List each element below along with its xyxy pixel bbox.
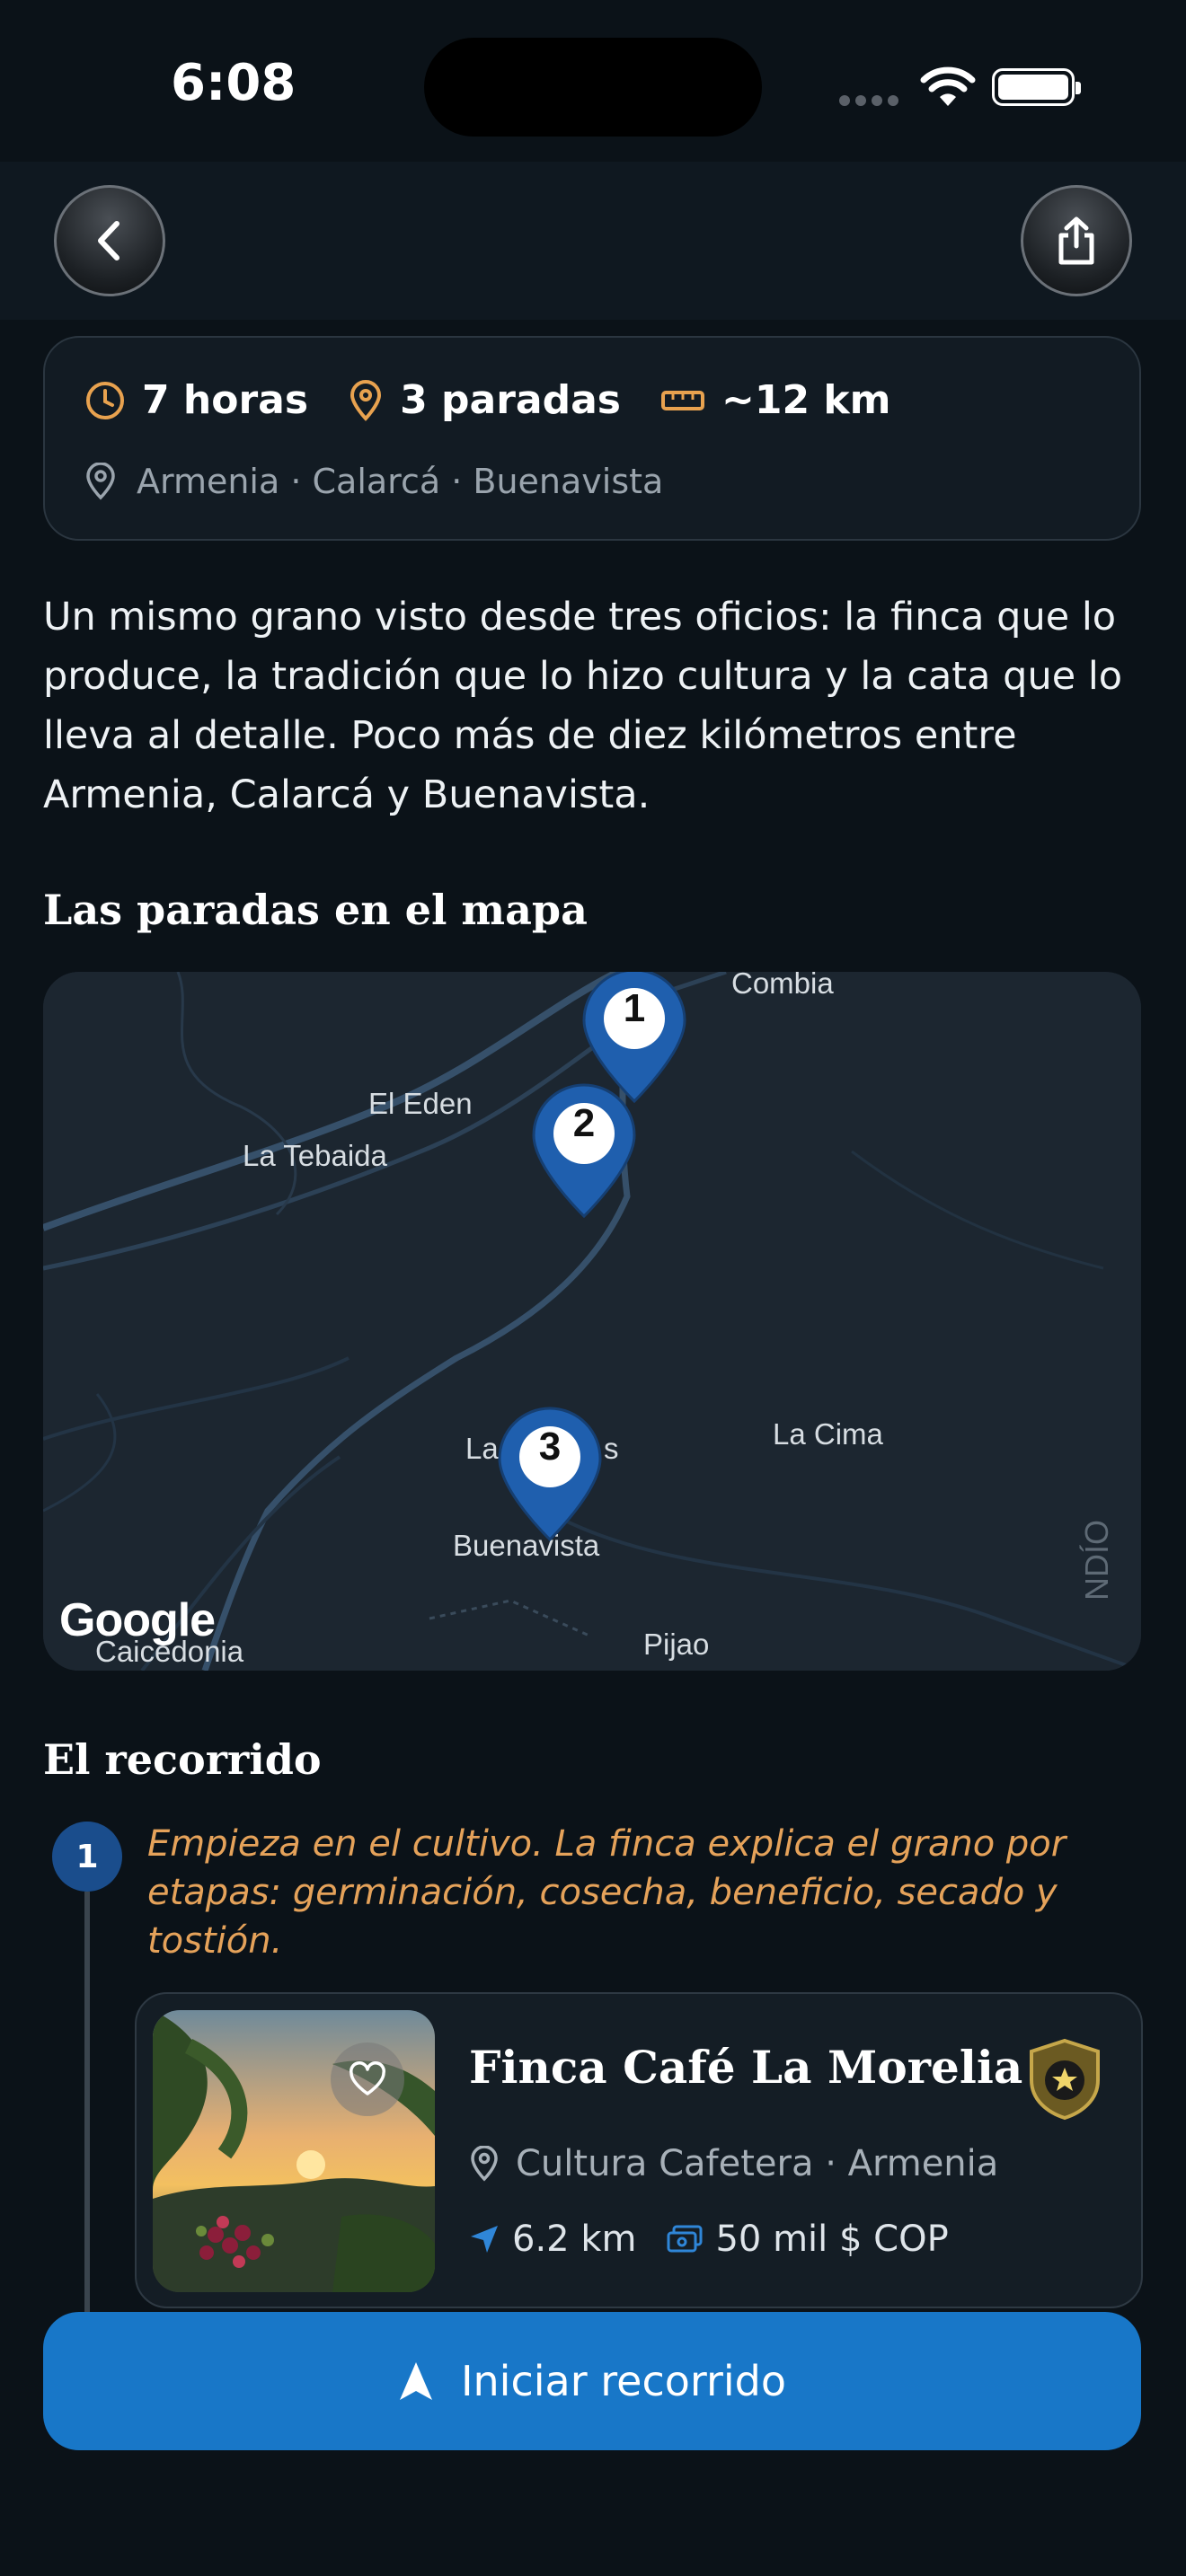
- map-pin-2[interactable]: 2: [528, 1081, 640, 1222]
- map-pin-number: 3: [538, 1425, 562, 1469]
- share-button[interactable]: [1021, 185, 1132, 296]
- map-label-el-eden: El Eden: [368, 1087, 473, 1120]
- map-label-partial-right: s: [604, 1432, 619, 1465]
- navigation-arrow-icon: [471, 2226, 498, 2253]
- map-label-combia: Combia: [731, 972, 834, 1000]
- cellular-signal-icon: [839, 95, 898, 106]
- battery-icon: [992, 68, 1081, 106]
- dynamic-island: [424, 38, 762, 137]
- route-section-title: El recorrido: [43, 1735, 322, 1784]
- navigation-arrow-icon: [399, 2362, 432, 2400]
- stops-label: 3 paradas: [400, 377, 621, 423]
- duration-label: 7 horas: [142, 377, 309, 423]
- stops-stat: 3 paradas: [348, 377, 621, 423]
- status-time: 6:08: [171, 54, 296, 112]
- map-pin-3[interactable]: 3: [494, 1405, 606, 1545]
- towns-label: Armenia · Calarcá · Buenavista: [137, 462, 664, 501]
- duration-stat: 7 horas: [84, 377, 308, 423]
- money-icon: [667, 2225, 703, 2253]
- map-section-title: Las paradas en el mapa: [43, 886, 588, 934]
- route-summary-card: 7 horas 3 paradas ~12 km Armenia · Calar…: [43, 336, 1141, 541]
- location-pin-icon: [86, 463, 115, 500]
- shield-star-icon: [1030, 2038, 1100, 2121]
- start-route-button[interactable]: Iniciar recorrido: [43, 2312, 1141, 2450]
- route-description: Un mismo grano visto desde tres oficios:…: [43, 595, 1123, 817]
- place-category: Cultura Cafetera · Armenia: [516, 2143, 999, 2184]
- route-map[interactable]: Combia El Eden La Tebaida La Cima La s B…: [43, 972, 1141, 1671]
- place-photo: [153, 2010, 435, 2292]
- heart-icon: [350, 2061, 385, 2095]
- chevron-left-icon: [98, 221, 119, 260]
- place-card[interactable]: Finca Café La Morelia Cultura Cafetera ·…: [135, 1992, 1143, 2308]
- top-bar: [0, 162, 1186, 320]
- distance-label: ~12 km: [721, 377, 891, 423]
- step-description: Empieza en el cultivo. La finca explica …: [147, 1823, 1067, 1962]
- map-pin-number: 2: [572, 1101, 596, 1145]
- share-icon: [1058, 216, 1094, 265]
- back-button[interactable]: [54, 185, 165, 296]
- map-label-la-tebaida: La Tebaida: [243, 1139, 387, 1172]
- distance-stat: ~12 km: [660, 377, 891, 423]
- step-number-badge: 1: [52, 1822, 122, 1892]
- ruler-icon: [660, 390, 704, 410]
- place-distance: 6.2 km: [512, 2219, 637, 2260]
- google-logo: Google: [59, 1594, 216, 1646]
- place-name: Finca Café La Morelia: [469, 2041, 1023, 2094]
- map-label-department: NDÍO: [1078, 1520, 1115, 1601]
- map-label-la-cima: La Cima: [773, 1417, 883, 1451]
- place-price: 50 mil $ COP: [715, 2219, 949, 2260]
- start-route-label: Iniciar recorrido: [460, 2357, 787, 2405]
- favorite-button[interactable]: [331, 2042, 404, 2116]
- map-label-pijao: Pijao: [643, 1628, 710, 1661]
- timeline-line: [84, 1892, 90, 2314]
- location-pin-icon: [471, 2146, 498, 2182]
- map-pin-number: 1: [623, 986, 646, 1030]
- location-pin-icon: [350, 379, 382, 421]
- wifi-icon: [920, 66, 976, 106]
- clock-icon: [86, 381, 124, 419]
